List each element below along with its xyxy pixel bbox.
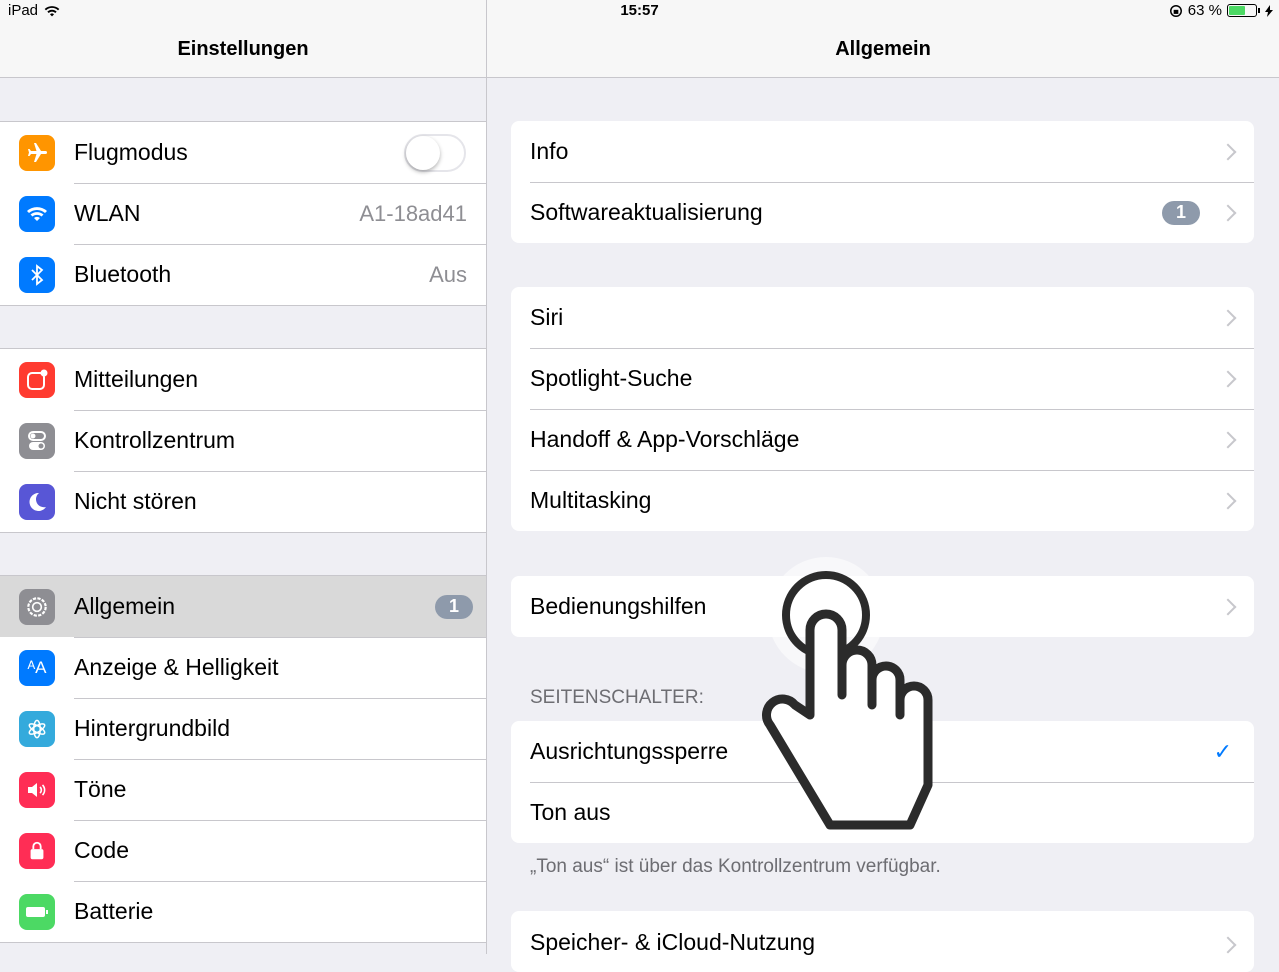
row-label: Spotlight-Suche (530, 365, 693, 391)
sidebar-group-notifications: Mitteilungen Kontrollzentrum Nicht störe… (0, 348, 486, 533)
sidebar-group-general: Allgemein 1 ᴬA Anzeige & Helligkeit Hint… (0, 575, 486, 943)
battery-percent: 63 % (1187, 2, 1222, 19)
chevron-right-icon (1219, 936, 1237, 954)
notifications-icon (19, 361, 55, 398)
lock-icon (19, 832, 55, 869)
row-ausrichtungssperre[interactable]: Ausrichtungssperre ✓ (511, 721, 1254, 782)
row-label: Softwareaktualisierung (530, 199, 763, 225)
sidebar-item-label: Code (74, 837, 129, 863)
side-switch-footer: „Ton aus“ ist über das Kontrollzentrum v… (530, 856, 941, 877)
sidebar-item-allgemein[interactable]: Allgemein 1 (0, 576, 486, 637)
sidebar-title: Einstellungen (177, 38, 309, 60)
row-spotlight-suche[interactable]: Spotlight-Suche (511, 348, 1254, 409)
battery-fill (1229, 6, 1245, 15)
speaker-icon (19, 771, 55, 808)
general-group-accessibility: Bedienungshilfen (511, 576, 1254, 637)
row-label: Info (530, 138, 569, 164)
status-right: 63 % (1169, 2, 1273, 19)
settings-sidebar: Einstellungen Flugmodus WLAN A1-18ad41 B… (0, 0, 487, 954)
rotation-lock-icon (1169, 4, 1182, 17)
status-bar: iPad 15:57 63 % (0, 0, 1279, 22)
chevron-right-icon (1219, 309, 1237, 326)
sidebar-item-label: Flugmodus (74, 139, 188, 165)
row-handoff[interactable]: Handoff & App-Vorschläge (511, 409, 1254, 470)
battery-indicator-icon (1227, 4, 1257, 17)
status-time: 15:57 (620, 2, 659, 19)
chevron-right-icon (1219, 143, 1237, 160)
row-softwareaktualisierung[interactable]: Softwareaktualisierung 1 (511, 182, 1254, 243)
battery-tip (1258, 8, 1260, 13)
sidebar-item-label: Töne (74, 776, 127, 802)
display-icon: ᴬA (19, 649, 55, 686)
charging-bolt-icon (1265, 4, 1273, 17)
detail-title: Allgemein (835, 38, 931, 60)
chevron-right-icon (1219, 492, 1237, 509)
row-siri[interactable]: Siri (511, 287, 1254, 348)
sidebar-item-nicht-stoeren[interactable]: Nicht stören (0, 471, 486, 532)
sidebar-item-flugmodus[interactable]: Flugmodus (0, 122, 486, 183)
chevron-right-icon (1219, 204, 1237, 221)
sidebar-item-hintergrundbild[interactable]: Hintergrundbild (0, 698, 486, 759)
row-label: Siri (530, 304, 564, 330)
general-group-storage: Speicher- & iCloud-Nutzung (511, 911, 1254, 972)
sidebar-item-label: Allgemein (74, 593, 175, 619)
general-group-info: Info Softwareaktualisierung 1 (511, 121, 1254, 243)
airplane-mode-toggle[interactable] (404, 133, 466, 172)
row-label: Handoff & App-Vorschläge (530, 426, 800, 452)
sidebar-item-label: Kontrollzentrum (74, 427, 236, 453)
checkmark-icon: ✓ (1213, 738, 1232, 764)
sidebar-item-anzeige[interactable]: ᴬA Anzeige & Helligkeit (0, 637, 486, 698)
general-detail-pane: Allgemein Info Softwareaktualisierung 1 … (487, 0, 1279, 972)
sidebar-item-label: Bluetooth (74, 261, 172, 287)
wallpaper-icon (19, 710, 55, 747)
control-center-icon (19, 422, 55, 459)
chevron-right-icon (1219, 370, 1237, 387)
row-label: Ausrichtungssperre (530, 738, 729, 764)
sidebar-item-label: Hintergrundbild (74, 715, 230, 741)
battery-icon (19, 893, 55, 930)
general-group-features: Siri Spotlight-Suche Handoff & App-Vorsc… (511, 287, 1254, 531)
side-switch-header: SEITENSCHALTER: (530, 687, 704, 708)
toggle-knob (406, 135, 440, 170)
sidebar-item-toene[interactable]: Töne (0, 759, 486, 820)
row-multitasking[interactable]: Multitasking (511, 470, 1254, 531)
row-info[interactable]: Info (511, 121, 1254, 182)
sidebar-item-batterie[interactable]: Batterie (0, 881, 486, 942)
sidebar-item-label: Batterie (74, 898, 154, 924)
row-label: Ton aus (530, 799, 611, 825)
sidebar-item-label: Anzeige & Helligkeit (74, 654, 279, 680)
row-ton-aus[interactable]: Ton aus (511, 782, 1254, 843)
sidebar-item-bluetooth[interactable]: Bluetooth Aus (0, 244, 486, 305)
side-switch-group: Ausrichtungssperre ✓ Ton aus (511, 721, 1254, 843)
sidebar-item-label: Nicht stören (74, 488, 197, 514)
sidebar-item-label: Mitteilungen (74, 366, 199, 392)
row-speicher[interactable]: Speicher- & iCloud-Nutzung (511, 911, 1254, 972)
chevron-right-icon (1219, 431, 1237, 448)
sidebar-item-code[interactable]: Code (0, 820, 486, 881)
row-label: Speicher- & iCloud-Nutzung (530, 929, 816, 955)
sidebar-item-kontrollzentrum[interactable]: Kontrollzentrum (0, 410, 486, 471)
bluetooth-icon (19, 256, 55, 293)
bluetooth-value: Aus (429, 261, 467, 287)
row-label: Bedienungshilfen (530, 593, 707, 619)
moon-icon (19, 483, 55, 520)
sidebar-item-label: WLAN (74, 200, 141, 226)
update-badge: 1 (1162, 200, 1200, 225)
display-icon-glyph: ᴬA (27, 657, 47, 677)
sidebar-group-connectivity: Flugmodus WLAN A1-18ad41 Bluetooth Aus (0, 121, 486, 306)
row-bedienungshilfen[interactable]: Bedienungshilfen (511, 576, 1254, 637)
sidebar-item-mitteilungen[interactable]: Mitteilungen (0, 349, 486, 410)
gear-icon (19, 588, 55, 625)
sidebar-item-wlan[interactable]: WLAN A1-18ad41 (0, 183, 486, 244)
row-label: Multitasking (530, 487, 652, 513)
chevron-right-icon (1219, 598, 1237, 615)
wifi-icon (19, 195, 55, 232)
update-badge: 1 (435, 594, 473, 619)
airplane-icon (19, 134, 55, 171)
wlan-value: A1-18ad41 (359, 200, 467, 226)
